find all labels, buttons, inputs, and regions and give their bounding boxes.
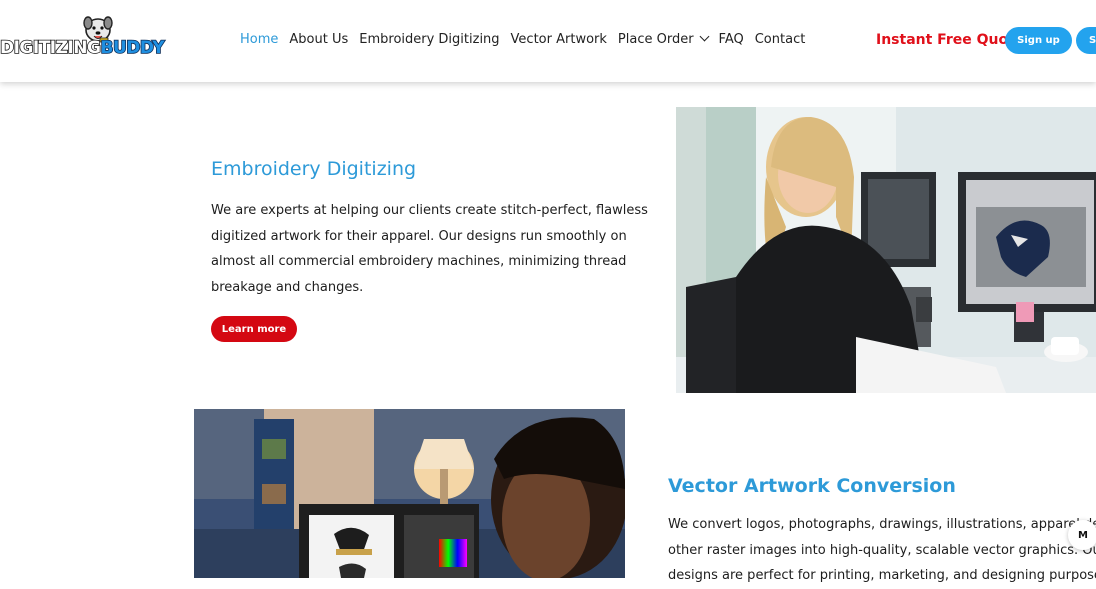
main-nav: Home About Us Embroidery Digitizing Vect…: [240, 31, 816, 47]
chevron-down-icon: [699, 31, 709, 42]
nav-contact[interactable]: Contact: [755, 32, 806, 47]
floating-chat-badge[interactable]: M: [1068, 520, 1096, 550]
logo-wordmark: DIGITIZINGBUDDY: [0, 37, 166, 59]
vector-artwork-heading: Vector Artwork Conversion: [668, 475, 956, 497]
learn-more-button[interactable]: Learn more: [211, 316, 297, 342]
vector-artwork-description: We convert logos, photographs, drawings,…: [668, 512, 1096, 589]
nav-place-order-label: Place Order: [617, 32, 694, 47]
site-header: DIGITIZINGBUDDY Home About Us Embroidery…: [0, 0, 1096, 82]
embroidery-digitizing-description: We are experts at helping our clients cr…: [211, 203, 648, 295]
logo-word-digitizing: DIGITIZING: [0, 37, 102, 59]
vector-artwork-photo: [194, 409, 625, 578]
nav-faq[interactable]: FAQ: [719, 32, 744, 47]
vector-description-line: other raster images into high-quality, s…: [668, 542, 1096, 558]
signup-button[interactable]: Sign up: [1005, 27, 1072, 54]
nav-home[interactable]: Home: [240, 32, 278, 47]
site-logo[interactable]: DIGITIZINGBUDDY: [0, 14, 165, 66]
second-header-button[interactable]: S: [1076, 27, 1096, 54]
vector-description-line: designs are perfect for printing, market…: [668, 568, 1096, 583]
nav-vector-artwork[interactable]: Vector Artwork: [511, 32, 607, 47]
embroidery-digitizing-heading: Embroidery Digitizing: [211, 158, 417, 180]
nav-about-us[interactable]: About Us: [289, 32, 348, 47]
instant-free-quote-link[interactable]: Instant Free Quote: [876, 32, 1024, 48]
logo-word-buddy: BUDDY: [100, 37, 166, 59]
embroidery-digitizing-photo: [676, 107, 1096, 393]
vector-description-line: We convert logos, photographs, drawings,…: [668, 517, 1096, 532]
nav-embroidery-digitizing[interactable]: Embroidery Digitizing: [359, 32, 499, 47]
nav-place-order[interactable]: Place Order: [617, 31, 709, 47]
